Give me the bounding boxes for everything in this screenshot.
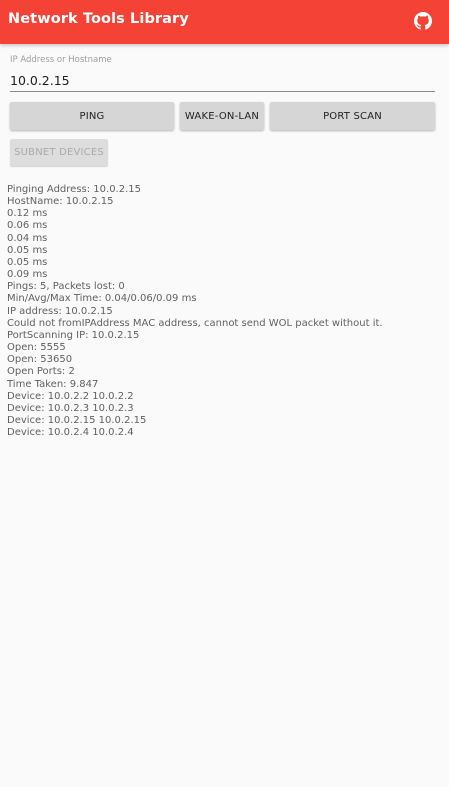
- output-line: 0.06 ms: [7, 220, 48, 232]
- app-bar: Network Tools Library: [0, 0, 449, 44]
- output-log: Pinging Address: 10.0.2.15 HostName: 10.0…: [7, 184, 443, 439]
- output-line: Pinging Address: 10.0.2.15: [7, 184, 141, 195]
- output-line: Device: 10.0.2.3 10.0.2.3: [7, 402, 134, 414]
- output-line: IP address: 10.0.2.15: [7, 305, 113, 317]
- github-button[interactable]: [411, 9, 435, 33]
- github-icon: [414, 12, 432, 30]
- output-line: Min/Avg/Max Time: 0.04/0.06/0.09 ms: [7, 293, 197, 305]
- output-line: Pings: 5, Packets lost: 0: [7, 281, 125, 293]
- output-line: 0.05 ms: [7, 256, 48, 268]
- output-line: 0.12 ms: [7, 208, 48, 220]
- output-line: 0.05 ms: [7, 244, 48, 256]
- app-title: Network Tools Library: [8, 11, 189, 27]
- output-line: Could not fromIPAddress MAC address, can…: [7, 317, 383, 329]
- ping-button[interactable]: PING: [10, 102, 174, 130]
- port-scan-button[interactable]: PORT SCAN: [270, 102, 435, 130]
- output-line: 0.09 ms: [7, 269, 48, 281]
- address-field: IP Address or Hostname: [10, 55, 435, 93]
- address-input[interactable]: [10, 69, 435, 92]
- subnet-devices-button[interactable]: SUBNET DEVICES: [10, 139, 108, 166]
- output-line: Open Ports: 2: [7, 366, 75, 378]
- output-line: Open: 5555: [7, 342, 66, 354]
- address-field-label: IP Address or Hostname: [10, 55, 112, 65]
- output-line: Device: 10.0.2.2 10.0.2.2: [7, 390, 134, 402]
- output-line: Device: 10.0.2.15 10.0.2.15: [7, 414, 147, 426]
- output-line: PortScanning IP: 10.0.2.15: [7, 329, 140, 341]
- output-line: Time Taken: 9.847: [7, 378, 99, 390]
- output-line: HostName: 10.0.2.15: [7, 196, 114, 208]
- wake-on-lan-button[interactable]: WAKE-ON-LAN: [180, 102, 264, 130]
- output-line: 0.04 ms: [7, 232, 48, 244]
- output-line: Open: 53650: [7, 354, 73, 366]
- output-line: Device: 10.0.2.4 10.0.2.4: [7, 427, 134, 439]
